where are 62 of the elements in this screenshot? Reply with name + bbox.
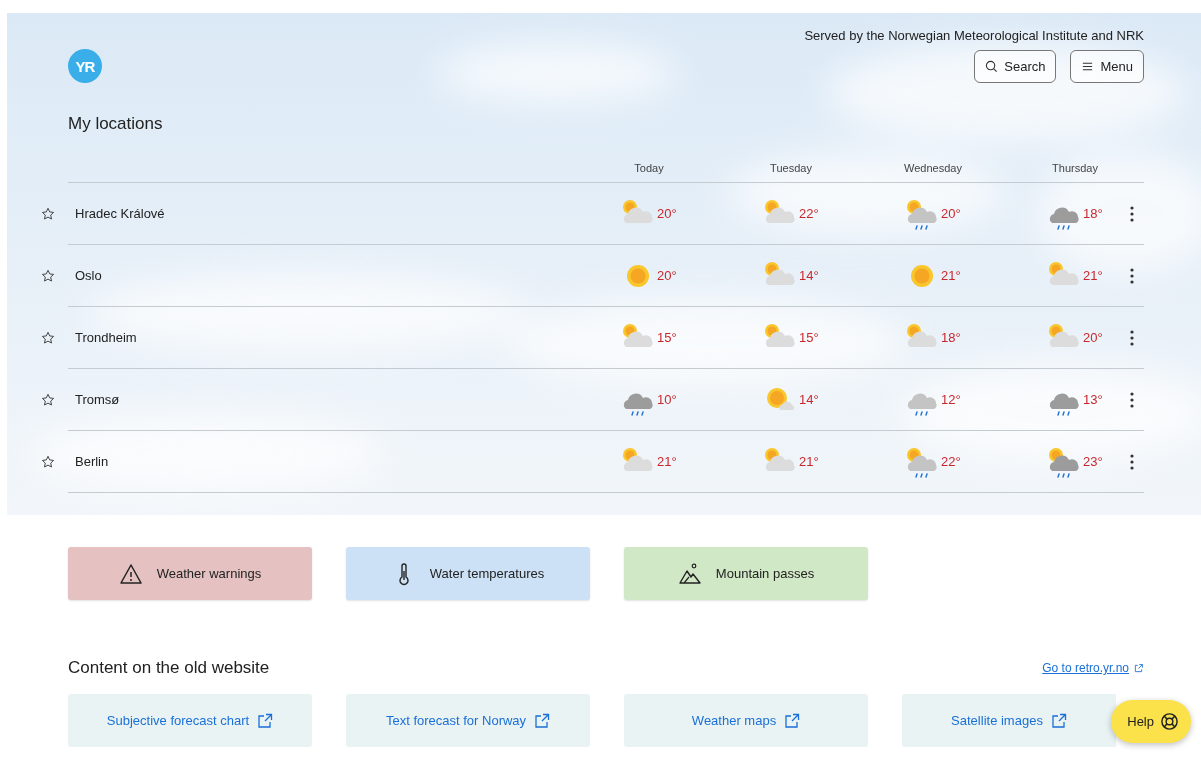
temperature: 15° xyxy=(657,330,677,345)
search-icon xyxy=(985,59,999,73)
temperature: 21° xyxy=(799,454,819,469)
day-header: Wednesday xyxy=(904,162,962,174)
warning-icon xyxy=(118,561,143,586)
external-link-icon xyxy=(1133,662,1144,674)
more-icon xyxy=(1130,391,1134,408)
temperature: 21° xyxy=(657,454,677,469)
temperature: 20° xyxy=(941,206,961,221)
day-header: Today xyxy=(633,162,665,174)
shortcut-tile[interactable]: Weather warnings xyxy=(68,547,312,600)
section-title: Content on the old website xyxy=(68,658,270,678)
shortcut-tile[interactable]: Mountain passes xyxy=(624,547,868,600)
location-name[interactable]: Trondheim xyxy=(68,330,137,345)
temperature: 20° xyxy=(1083,330,1103,345)
temperature: 14° xyxy=(799,268,819,283)
help-button[interactable]: Help xyxy=(1111,700,1191,743)
external-link-icon xyxy=(784,712,801,729)
star-icon[interactable] xyxy=(41,393,55,407)
temperature: 18° xyxy=(941,330,961,345)
temperature: 20° xyxy=(657,206,677,221)
served-by-text: Served by the Norwegian Meteorological Institute and NRK xyxy=(804,28,1144,43)
external-link-tile[interactable]: Weather maps xyxy=(624,694,868,747)
shortcut-tile[interactable]: Water temperatures xyxy=(346,547,590,600)
temperature: 10° xyxy=(657,392,677,407)
temperature: 23° xyxy=(1083,454,1103,469)
location-name[interactable]: Hradec Králové xyxy=(68,206,165,221)
temperature: 15° xyxy=(799,330,819,345)
external-link-tile[interactable]: Subjective forecast chart xyxy=(68,694,312,747)
external-link-tile[interactable]: Satellite images xyxy=(902,694,1116,747)
temperature: 22° xyxy=(941,454,961,469)
temperature: 21° xyxy=(941,268,961,283)
temperature: 12° xyxy=(941,392,961,407)
more-icon xyxy=(1130,267,1134,284)
external-link-icon xyxy=(1050,712,1067,729)
temperature: 20° xyxy=(657,268,677,283)
day-header: Tuesday xyxy=(769,162,813,174)
menu-button[interactable]: Menu xyxy=(1070,49,1144,83)
star-icon[interactable] xyxy=(41,269,55,283)
day-header: Thursday xyxy=(1051,162,1099,174)
more-icon xyxy=(1130,453,1134,470)
section-title: My locations xyxy=(68,114,164,134)
location-name[interactable]: Berlin xyxy=(68,454,109,469)
temperature: 21° xyxy=(1083,268,1103,283)
temperature: 18° xyxy=(1083,206,1103,221)
temperature: 22° xyxy=(799,206,819,221)
external-link-icon xyxy=(534,712,551,729)
more-icon xyxy=(1130,329,1134,346)
location-name[interactable]: Oslo xyxy=(68,268,102,283)
star-icon[interactable] xyxy=(41,207,55,221)
location-name[interactable]: Tromsø xyxy=(68,392,120,407)
star-icon[interactable] xyxy=(41,331,55,345)
search-button[interactable]: Search xyxy=(974,49,1057,83)
lifebuoy-icon xyxy=(1160,712,1179,731)
star-icon[interactable] xyxy=(41,455,55,469)
retro-link[interactable]: Go to retro.yr.no xyxy=(1042,661,1144,675)
mountain-icon xyxy=(677,561,702,586)
external-link-tile[interactable]: Text forecast for Norway xyxy=(346,694,590,747)
external-link-icon xyxy=(257,712,274,729)
temperature: 14° xyxy=(799,392,819,407)
more-icon xyxy=(1130,205,1134,222)
temperature: 13° xyxy=(1083,392,1103,407)
